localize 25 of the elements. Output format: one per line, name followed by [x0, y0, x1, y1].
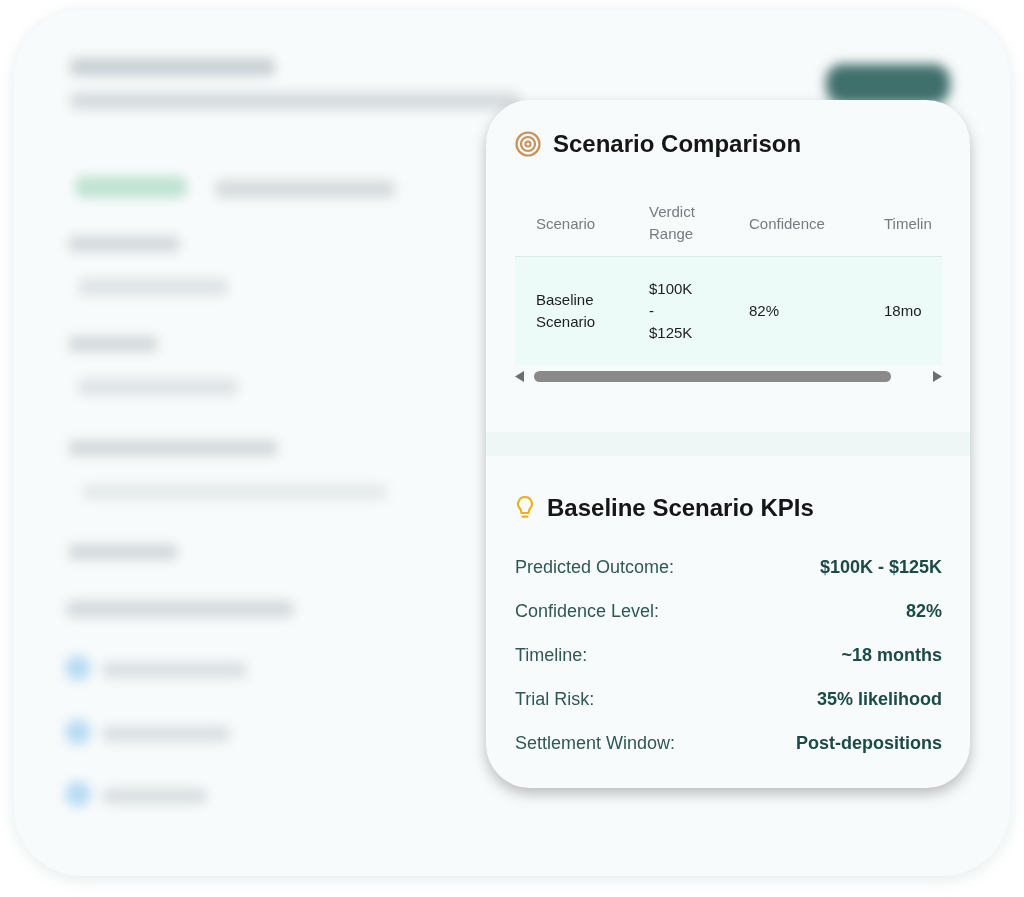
kpi-value: 35% likelihood [816, 688, 942, 710]
kpi-value: ~18 months [841, 644, 942, 666]
table-cell-text: Baseline Scenario [535, 290, 597, 332]
column-header: Confidence [748, 214, 826, 232]
section-title: Scenario Comparison [553, 130, 802, 158]
kpi-label: Predicted Outcome: [515, 556, 675, 578]
kpi-value: Post-depositions [796, 732, 942, 754]
kpi-label: Settlement Window: [515, 732, 676, 754]
table-row[interactable]: Baseline Scenario $100K - $125K 82% 18mo [515, 257, 942, 365]
column-header: Verdict Range [648, 202, 696, 244]
section-title: Baseline Scenario KPIs [547, 494, 814, 522]
kpi-label: Trial Risk: [515, 688, 595, 710]
kpi-label: Confidence Level: [515, 600, 660, 622]
lightbulb-icon [515, 495, 535, 521]
column-header: Scenario [535, 214, 597, 232]
kpi-label: Timeline: [515, 644, 588, 666]
table-cell-text: $100K - $125K [648, 279, 694, 343]
kpi-value: $100K - $125K [819, 556, 942, 578]
scroll-right-icon[interactable] [933, 370, 942, 382]
table-cell-text: 82% [748, 301, 781, 321]
column-header: Timelin [883, 214, 933, 232]
table-cell-text: 18mo [883, 301, 923, 321]
scroll-left-icon[interactable] [515, 370, 524, 382]
target-icon [515, 131, 541, 157]
kpi-value: 82% [905, 600, 942, 622]
